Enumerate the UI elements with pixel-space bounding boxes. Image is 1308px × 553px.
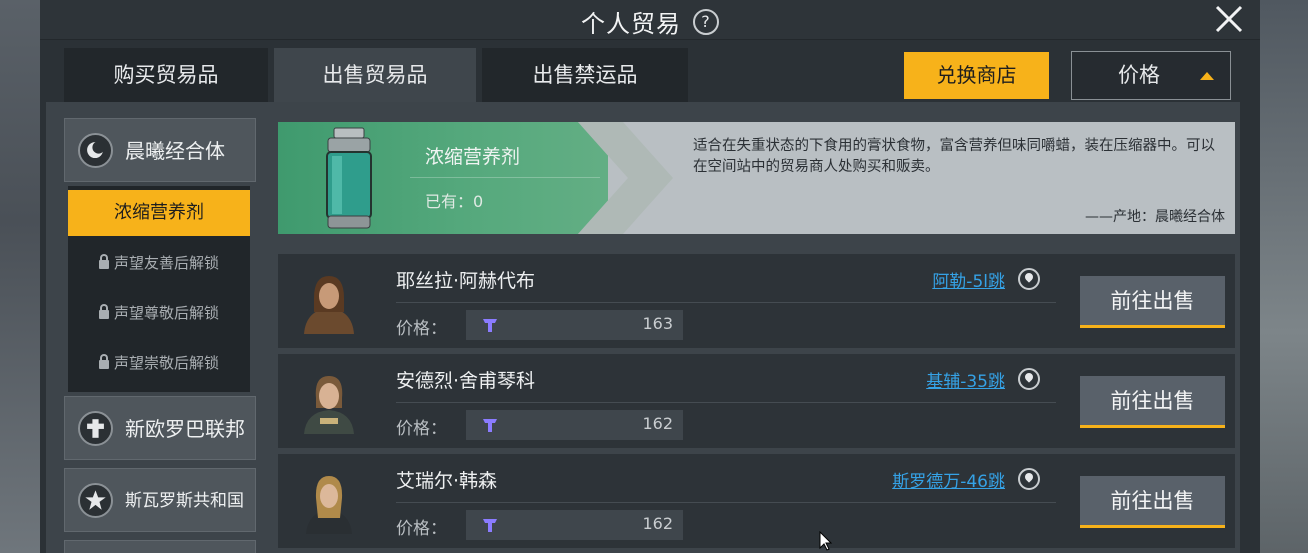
price-label: 价格： [396,319,447,339]
commodity-nutrient[interactable]: 浓缩营养剂 [68,190,250,236]
commodity-locked-friendly: 声望友善后解锁 [68,238,250,288]
faction-next[interactable] [64,540,256,553]
trader-row: 艾瑞尔·韩森 斯罗德万-46跳 价格： 162 前往出售 [278,454,1235,548]
map-pin-icon[interactable] [1018,468,1040,490]
commodity-list: 浓缩营养剂 声望友善后解锁 声望尊敬后解锁 声望崇敬后解锁 [68,186,250,392]
price-value: 162 [642,414,673,433]
price-box: 162 [466,410,683,440]
currency-icon [483,419,497,432]
faction-label: 晨曦经合体 [125,139,225,163]
lock-icon [98,254,109,269]
trader-name: 艾瑞尔·韩森 [396,470,498,492]
faction-sidebar: 晨曦经合体 浓缩营养剂 声望友善后解锁 声望尊敬后解锁 声望崇敬后解锁 新欧罗巴… [64,118,260,553]
product-name: 浓缩营养剂 [425,146,521,168]
faction-label: 斯瓦罗斯共和国 [125,491,244,511]
sort-arrow-icon [1200,72,1214,80]
currency-icon [483,519,497,532]
help-icon[interactable]: ? [693,8,719,35]
price-box: 163 [466,310,683,340]
faction-dawn[interactable]: 晨曦经合体 [64,118,256,182]
trader-row: 耶丝拉·阿赫代布 阿勒-5l跳 价格： 163 前往出售 [278,254,1235,348]
price-value: 162 [642,514,673,533]
tab-sell-contraband[interactable]: 出售禁运品 [482,48,688,102]
trade-window: 个人贸易 ? 购买贸易品 出售贸易品 出售禁运品 兑换商店 价格 晨曦经合体 浓… [40,0,1260,553]
commodity-locked-revered: 声望崇敬后解锁 [68,338,250,388]
faction-new-europa[interactable]: 新欧罗巴联邦 [64,396,256,460]
content-area: 晨曦经合体 浓缩营养剂 声望友善后解锁 声望尊敬后解锁 声望崇敬后解锁 新欧罗巴… [46,102,1240,553]
price-sort-label: 价格 [1118,63,1160,87]
nutrient-canister-icon [326,127,372,229]
lock-icon [98,354,109,369]
trader-location-link[interactable]: 斯罗德万-46跳 [892,467,1005,492]
trader-name: 耶丝拉·阿赫代布 [396,270,536,292]
commodity-locked-respect: 声望尊敬后解锁 [68,288,250,338]
faction-label: 新欧罗巴联邦 [125,417,245,441]
exchange-shop-button[interactable]: 兑换商店 [904,52,1049,99]
star-emblem-icon [78,483,113,518]
lock-icon [98,304,109,319]
go-sell-button[interactable]: 前往出售 [1080,376,1225,428]
map-pin-icon[interactable] [1018,268,1040,290]
product-banner: 浓缩营养剂 已有：0 适合在失重状态的下食用的膏状食物，富含营养但味同嚼蜡，装在… [278,122,1235,234]
mouse-cursor-icon [819,531,833,551]
close-icon[interactable] [1212,2,1246,36]
owned-count: 已有：0 [425,192,484,211]
price-box: 162 [466,510,683,540]
window-title: 个人贸易 [581,10,681,38]
price-label: 价格： [396,419,447,439]
avatar [296,468,362,534]
price-sort-dropdown[interactable]: 价格 [1071,51,1231,100]
price-label: 价格： [396,519,447,539]
trader-row: 安德烈·舍甫琴科 基辅-35跳 价格： 162 前往出售 [278,354,1235,448]
trader-location-link[interactable]: 阿勒-5l跳 [932,267,1005,292]
go-sell-button[interactable]: 前往出售 [1080,476,1225,528]
background-right [1260,0,1308,553]
map-pin-icon[interactable] [1018,368,1040,390]
avatar [296,368,362,434]
tab-buy-goods[interactable]: 购买贸易品 [64,48,268,102]
product-origin: ——产地：晨曦经合体 [1085,209,1225,225]
dawn-emblem-icon [78,133,113,168]
background-left [0,0,40,553]
avatar [296,268,362,334]
tab-sell-goods[interactable]: 出售贸易品 [274,48,476,102]
currency-icon [483,319,497,332]
cross-emblem-icon [78,411,113,446]
trader-name: 安德烈·舍甫琴科 [396,370,536,392]
price-value: 163 [642,314,673,333]
tab-bar: 购买贸易品 出售贸易品 出售禁运品 兑换商店 价格 [40,48,1260,104]
trader-location-link[interactable]: 基辅-35跳 [926,367,1005,392]
faction-svaros[interactable]: 斯瓦罗斯共和国 [64,468,256,532]
go-sell-button[interactable]: 前往出售 [1080,276,1225,328]
title-bar: 个人贸易 ? [40,0,1260,40]
product-description: 适合在失重状态的下食用的膏状食物，富含营养但味同嚼蜡，装在压缩器中。可以在空间站… [693,138,1215,175]
